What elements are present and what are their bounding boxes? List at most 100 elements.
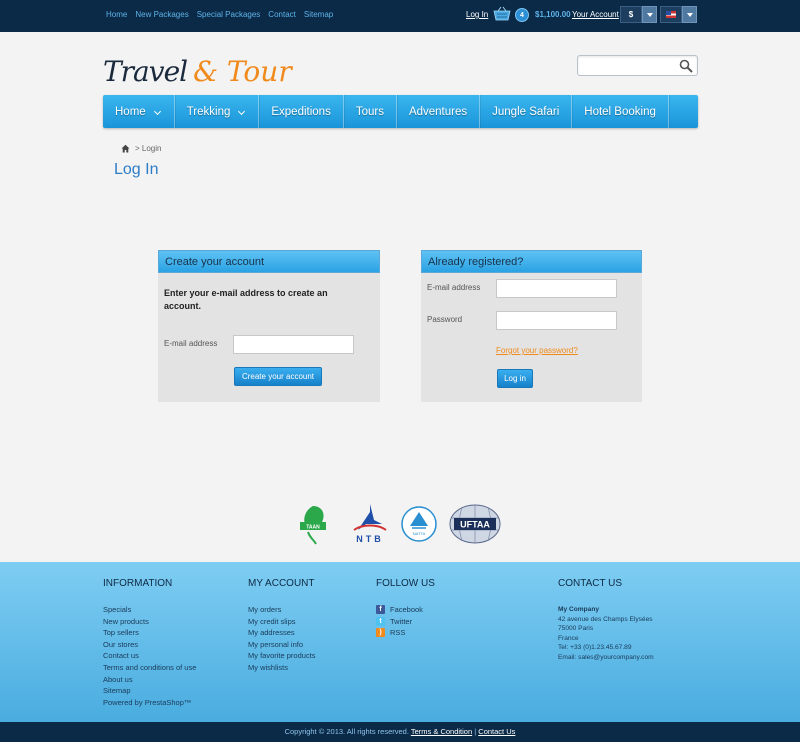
contact-email[interactable]: Email: sales@yourcompany.com	[558, 653, 654, 663]
rss-label: RSS	[390, 628, 406, 638]
login-email-field	[496, 279, 617, 298]
top-link-contact[interactable]: Contact	[268, 10, 296, 19]
login-link[interactable]: Log In	[466, 10, 488, 19]
footer-follow-heading: FOLLOW US	[376, 578, 435, 589]
facebook-link[interactable]: f Facebook	[376, 604, 423, 616]
instructions-line: Enter your e-mail address to create an	[164, 288, 328, 298]
footer-link-favorite-products[interactable]: My favorite products	[248, 651, 316, 660]
us-flag-icon	[666, 11, 676, 18]
search-icon[interactable]	[679, 59, 693, 73]
copyright-text: Copyright © 2013. All rights reserved.	[284, 727, 409, 736]
top-link-new-packages[interactable]: New Packages	[135, 10, 188, 19]
contact-phone: Tel: +33 (0)1.23.45.67.89	[558, 644, 632, 652]
taan-logo-text: TAAN	[306, 525, 320, 531]
your-account-link[interactable]: Your Account	[572, 10, 619, 19]
login-button[interactable]: Log in	[497, 369, 533, 388]
forgot-password-link[interactable]: Forgot your password?	[496, 346, 578, 355]
create-account-button[interactable]: Create your account	[234, 367, 322, 386]
top-bar-edge	[0, 29, 800, 35]
ntb-logo-text: NTB	[356, 534, 384, 544]
facebook-label: Facebook	[390, 605, 423, 614]
facebook-icon: f	[376, 605, 385, 615]
nav-item-jungle-safari[interactable]: Jungle Safari	[480, 95, 573, 128]
uftaa-logo-icon: UFTAA	[449, 504, 501, 544]
top-link-sitemap[interactable]: Sitemap	[304, 10, 333, 19]
home-icon[interactable]	[121, 144, 130, 153]
logo-travel-text: Travel	[103, 55, 188, 88]
nav-item-trekking[interactable]: Trekking	[175, 95, 260, 128]
nav-item-home[interactable]: Home	[103, 95, 175, 128]
page-title: Log In	[114, 161, 159, 178]
twitter-link[interactable]: t Twitter	[376, 616, 423, 628]
breadcrumb-current: > Login	[135, 144, 162, 153]
password-input[interactable]	[497, 312, 616, 329]
footer-link-my-orders[interactable]: My orders	[248, 605, 281, 614]
create-email-field	[233, 335, 354, 354]
top-link-special-packages[interactable]: Special Packages	[197, 10, 261, 19]
chevron-down-icon	[238, 108, 246, 116]
create-account-heading: Create your account	[158, 250, 380, 273]
nav-label: Adventures	[408, 105, 468, 118]
footer-account-heading: MY ACCOUNT	[248, 578, 315, 589]
nav-label: Jungle Safari	[492, 105, 560, 118]
twitter-icon: t	[376, 616, 385, 626]
breadcrumb: > Login	[121, 144, 161, 153]
login-email-input[interactable]	[497, 280, 616, 297]
nav-item-hotel-booking[interactable]: Hotel Booking	[572, 95, 669, 128]
footer-link-credit-slips[interactable]: My credit slips	[248, 617, 296, 626]
footer-link-our-stores[interactable]: Our stores	[103, 640, 138, 649]
footer-link-wishlists[interactable]: My wishlists	[248, 663, 288, 672]
address-line: 75000 Paris	[558, 625, 594, 633]
create-account-panel: Create your account Enter your e-mail ad…	[158, 250, 380, 402]
address-line: 42 avenue des Champs Elysées	[558, 615, 653, 623]
instructions-line: account.	[164, 301, 202, 311]
site-logo[interactable]: Travel & Tour	[103, 48, 292, 88]
bottom-separator: |	[474, 727, 477, 736]
top-link-home[interactable]: Home	[106, 10, 127, 19]
login-heading: Already registered?	[421, 250, 642, 273]
footer-link-about-us[interactable]: About us	[103, 675, 133, 684]
footer-contact-heading: CONTACT US	[558, 578, 623, 589]
nav-label: Trekking	[186, 105, 231, 118]
nav-item-adventures[interactable]: Adventures	[397, 95, 481, 128]
currency-select[interactable]: $	[620, 6, 642, 23]
footer-link-powered-by[interactable]: Powered by PrestaShop™	[103, 698, 191, 707]
footer-link-personal-info[interactable]: My personal info	[248, 640, 303, 649]
currency-dropdown-arrow-icon[interactable]	[642, 6, 657, 23]
footer-link-sitemap[interactable]: Sitemap	[103, 686, 131, 695]
logo-tour-text: & Tour	[193, 55, 292, 88]
footer-link-addresses[interactable]: My addresses	[248, 628, 295, 637]
address-line: France	[558, 634, 579, 642]
footer-information-list: Specials New products Top sellers Our st…	[103, 604, 196, 708]
footer-information-heading: INFORMATION	[103, 578, 173, 589]
uftaa-logo-text: UFTAA	[460, 520, 490, 530]
company-name: My Company	[558, 606, 600, 613]
terms-link[interactable]: Terms & Condition	[411, 727, 472, 736]
create-email-input[interactable]	[234, 336, 353, 353]
natta-logo-icon: NATTA	[401, 506, 437, 542]
footer-link-top-sellers[interactable]: Top sellers	[103, 628, 139, 637]
rss-link[interactable]: ) RSS	[376, 627, 423, 639]
login-panel: Already registered? E-mail address Passw…	[421, 250, 642, 402]
create-account-instructions: Enter your e-mail address to create an a…	[164, 287, 328, 313]
nav-label: Tours	[355, 105, 384, 118]
login-email-label: E-mail address	[427, 283, 481, 292]
ntb-logo-icon: NTB	[353, 504, 387, 544]
password-field	[496, 311, 617, 330]
cart-count-badge: 4	[515, 8, 529, 22]
footer-link-specials[interactable]: Specials	[103, 605, 131, 614]
nav-item-tours[interactable]: Tours	[344, 95, 397, 128]
language-dropdown-arrow-icon[interactable]	[682, 6, 697, 23]
footer-link-terms[interactable]: Terms and conditions of use	[103, 663, 196, 672]
footer-link-new-products[interactable]: New products	[103, 617, 149, 626]
search-input[interactable]	[578, 56, 673, 75]
taan-logo-icon: TAAN	[300, 506, 326, 545]
natta-logo-text: NATTA	[413, 531, 426, 536]
cart-icon[interactable]	[492, 6, 512, 22]
main-nav: Home Trekking Expeditions Tours Adventur…	[103, 95, 698, 128]
contact-us-link[interactable]: Contact Us	[478, 727, 515, 736]
nav-label: Hotel Booking	[584, 105, 656, 118]
twitter-label: Twitter	[390, 616, 413, 626]
footer-link-contact-us[interactable]: Contact us	[103, 651, 139, 660]
nav-item-expeditions[interactable]: Expeditions	[259, 95, 344, 128]
